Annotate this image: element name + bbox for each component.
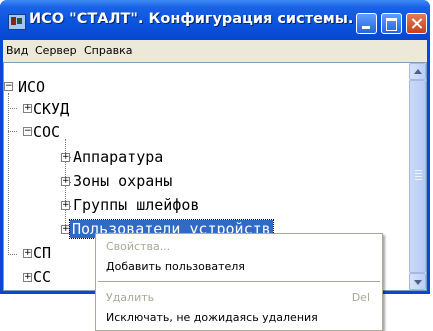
tree-line [8,254,17,255]
tree-node-label: СП [33,244,52,262]
expand-icon[interactable]: + [61,201,70,210]
expand-icon[interactable]: + [61,153,70,162]
tree-node-label: Зоны охраны [73,172,173,190]
menu-item-add-user[interactable]: Добавить пользователя [96,257,382,277]
tree-line [8,131,17,132]
menu-item-exclude-without-waiting[interactable]: Исключать, не дожидаясь удаления [96,308,382,328]
expand-icon[interactable]: + [61,225,70,234]
minimize-button[interactable] [356,13,377,34]
app-icon[interactable] [8,14,26,30]
grip-line [415,176,422,177]
menu-bar: Вид Сервер Справка [3,40,427,62]
tree-node-label: СКУД [33,100,70,118]
tree-node-label: ИСО [18,78,46,96]
title-bar[interactable]: ИСО "СТАЛТ". Конфигурация системы. [0,0,430,40]
tree-node-label: СОС [33,123,61,141]
scroll-down-button[interactable] [409,273,426,290]
menu-item-label: Удалить [106,291,155,304]
tree-node-label: СС [33,268,52,286]
tree-node-security-zones[interactable]: Зоны охраны [71,172,174,190]
grip-line [415,173,422,174]
grip-line [415,179,422,180]
scroll-up-button[interactable] [409,63,426,80]
collapse-icon[interactable]: − [4,82,13,91]
tree-line [8,93,9,255]
menu-item-label: Свойства... [106,240,171,253]
close-button[interactable] [406,13,427,34]
window-title: ИСО "СТАЛТ". Конфигурация системы. [29,11,354,27]
menu-item-label: Добавить пользователя [106,260,245,273]
tree-node-skud[interactable]: СКУД [31,100,71,118]
tree-node-label: Аппаратура [73,148,164,166]
vertical-scrollbar[interactable] [409,63,426,290]
menu-item-properties[interactable]: Свойства... [96,237,382,257]
maximize-button[interactable] [381,13,402,34]
tree-node-label: Группы шлейфов [73,196,200,214]
arrow-up-icon [414,69,422,74]
arrow-down-icon [414,280,422,285]
tree-node-iso[interactable]: ИСО [16,78,47,96]
menu-item-delete[interactable]: Удалить Del [96,288,382,308]
menu-view[interactable]: Вид [6,44,28,57]
menu-help[interactable]: Справка [84,44,132,57]
grip-line [415,170,422,171]
expand-icon[interactable]: + [61,177,70,186]
tree-node-sos[interactable]: СОС [31,123,62,141]
context-menu: Свойства... Добавить пользователя Удалит… [95,233,383,331]
menu-item-shortcut: Del [351,291,370,304]
tree-node-equipment[interactable]: Аппаратура [71,148,165,166]
tree-node-loop-groups[interactable]: Группы шлейфов [71,196,201,214]
tree-node-ss[interactable]: СС [31,268,53,286]
menu-server[interactable]: Сервер [35,44,77,57]
scroll-thumb[interactable] [409,80,426,273]
menu-separator [98,281,380,282]
tree-line [8,108,17,109]
menu-item-label: Исключать, не дожидаясь удаления [106,311,318,324]
tree-node-sp[interactable]: СП [31,244,53,262]
